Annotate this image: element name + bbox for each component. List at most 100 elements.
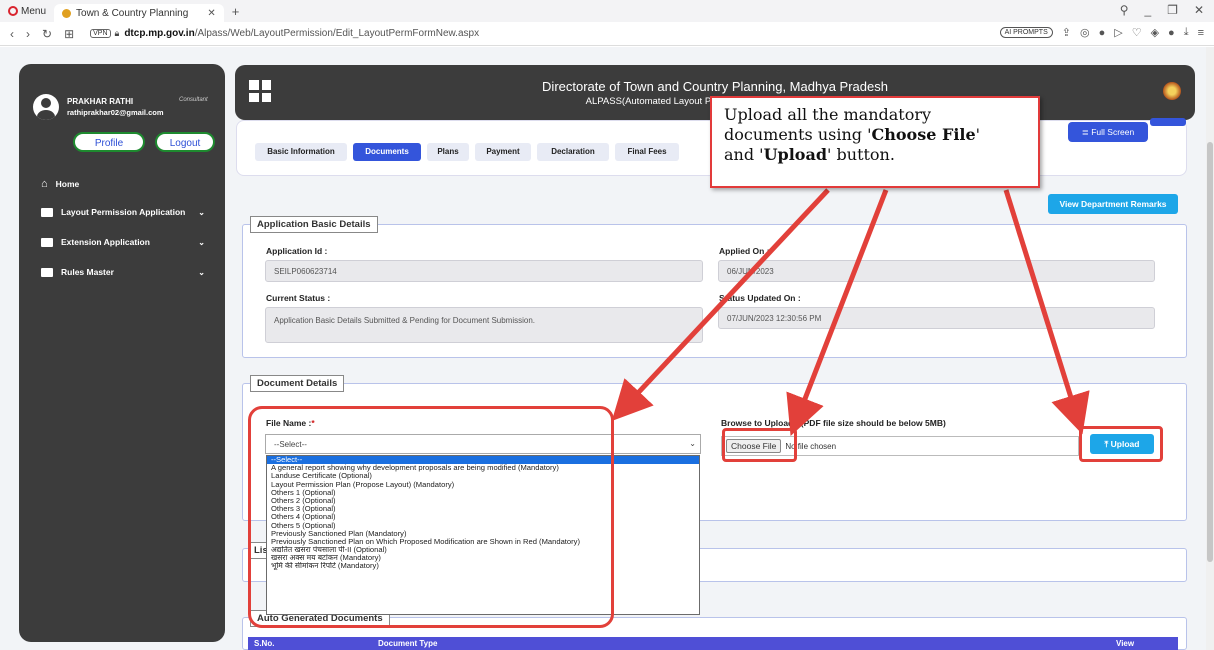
vpn-badge[interactable]: VPN <box>90 29 111 38</box>
profile-button[interactable]: Profile <box>73 132 145 152</box>
browser-tab-title: Town & Country Planning <box>76 7 189 19</box>
user-name: PRAKHAR RATHI <box>67 97 134 106</box>
callout-choose-file: Choose File <box>871 125 976 144</box>
page-title: Directorate of Town and Country Planning… <box>542 79 888 94</box>
sidebar-item-label: Layout Permission Application <box>61 207 186 217</box>
url-host[interactable]: dtcp.mp.gov.in <box>124 28 194 39</box>
share-icon[interactable]: ⇪ <box>1062 26 1071 39</box>
folder-icon <box>41 237 53 247</box>
current-status-label: Current Status : <box>266 293 331 303</box>
callout-line-1: Upload all the mandatory <box>724 105 932 124</box>
close-tab-icon[interactable]: ✕ <box>207 8 215 19</box>
tab-plans[interactable]: Plans <box>427 143 469 161</box>
home-icon: ⌂ <box>41 178 48 190</box>
sidebar-item-rules-master[interactable]: Rules Master ⌄ <box>41 267 211 277</box>
tab-declaration[interactable]: Declaration <box>537 143 609 161</box>
avatar <box>33 94 59 120</box>
fullscreen-tab-edge <box>1150 118 1186 126</box>
address-bar-actions: AI PROMPTS ⇪ ◎ ● ▷ ♡ ◈ ● ⤓ ≡ <box>999 26 1204 39</box>
callout-line-2-pre: documents using ' <box>724 125 872 144</box>
view-department-remarks-button[interactable]: View Department Remarks <box>1048 194 1178 214</box>
browser-tab[interactable]: Town & Country Planning ✕ <box>54 4 224 22</box>
table-header-view: View <box>1116 639 1135 648</box>
profile-icon[interactable]: ● <box>1168 27 1175 39</box>
chevron-down-icon: ⌄ <box>198 267 205 277</box>
tab-final-fees[interactable]: Final Fees <box>615 143 679 161</box>
heart-icon[interactable]: ♡ <box>1132 26 1142 39</box>
page-scrollbar[interactable] <box>1206 47 1214 650</box>
url-path[interactable]: /Alpass/Web/LayoutPermission/Edit_Layout… <box>195 28 479 39</box>
chevron-down-icon: ⌄ <box>198 207 205 217</box>
send-icon[interactable]: ▷ <box>1114 26 1122 39</box>
callout-upload: Upload <box>763 145 828 164</box>
scrollbar-thumb[interactable] <box>1207 142 1213 562</box>
opera-logo-icon <box>8 6 18 16</box>
minimize-icon[interactable]: _ <box>1144 3 1151 17</box>
applied-on-label: Applied On : <box>719 246 770 256</box>
applied-on-field: 06/JUN/2023 <box>718 260 1155 282</box>
forward-icon[interactable]: › <box>26 27 30 41</box>
browser-menu-label: Menu <box>21 5 47 17</box>
new-tab-icon[interactable]: + <box>232 4 240 19</box>
chevron-down-icon: ⌄ <box>689 439 696 448</box>
folder-icon <box>41 267 53 277</box>
callout-line-3: and 'Upload' button. <box>724 145 1026 165</box>
tabs-grid-icon[interactable]: ⊞ <box>64 27 74 41</box>
chevron-down-icon: ⌄ <box>198 237 205 247</box>
browse-to-upload-label: Browse to Upload : (PDF file size should… <box>721 418 946 428</box>
status-updated-field: 07/JUN/2023 12:30:56 PM <box>718 307 1155 329</box>
current-status-field: Application Basic Details Submitted & Pe… <box>265 307 703 343</box>
upload-highlight <box>1079 426 1163 462</box>
tab-documents[interactable]: Documents <box>353 143 421 161</box>
callout-line-3-pre: and ' <box>724 145 764 164</box>
tab-basic-information[interactable]: Basic Information <box>255 143 347 161</box>
choose-file-highlight <box>722 428 797 462</box>
sidebar-item-home[interactable]: ⌂ Home <box>41 178 211 190</box>
file-name-highlight <box>248 406 614 628</box>
search-icon[interactable]: ⚲ <box>1120 3 1129 17</box>
user-role: Consultant <box>179 97 208 103</box>
status-updated-label: Status Updated On : <box>719 293 801 303</box>
application-id-field: SEILP060623714 <box>265 260 703 282</box>
table-header-document-type: Document Type <box>378 639 438 648</box>
browser-tab-bar: Menu Town & Country Planning ✕ + ⚲ _ ❐ ✕ <box>0 0 1214 22</box>
emblem-logo <box>1163 82 1181 100</box>
browser-menu-button[interactable]: Menu <box>0 6 54 17</box>
logout-button[interactable]: Logout <box>155 132 215 152</box>
reload-icon[interactable]: ↻ <box>42 27 52 41</box>
camera-icon[interactable]: ◎ <box>1080 26 1090 39</box>
table-header-sno: S.No. <box>254 639 275 648</box>
callout-line-3-post: ' button. <box>827 145 895 164</box>
documents-table-header: S.No. Document Type View <box>248 637 1178 650</box>
sidebar-item-layout-permission[interactable]: Layout Permission Application ⌄ <box>41 207 211 217</box>
user-email: rathiprakhar02@gmail.com <box>67 108 164 117</box>
close-window-icon[interactable]: ✕ <box>1194 3 1204 17</box>
easy-setup-icon[interactable]: ≡ <box>1198 27 1204 39</box>
callout-line-2-post: ' <box>975 125 981 144</box>
tab-payment[interactable]: Payment <box>475 143 531 161</box>
download-icon[interactable]: ⤓ <box>1184 26 1189 39</box>
folder-icon <box>41 207 53 217</box>
lock-icon[interactable]: 🔒︎ <box>115 28 120 39</box>
back-icon[interactable]: ‹ <box>10 27 14 41</box>
application-id-label: Application Id : <box>266 246 328 256</box>
window-controls: ⚲ _ ❐ ✕ <box>1120 3 1204 17</box>
sidebar-item-label: Extension Application <box>61 237 150 247</box>
favicon-icon <box>62 8 72 18</box>
sidebar-item-extension[interactable]: Extension Application ⌄ <box>41 237 211 247</box>
sidebar: PRAKHAR RATHI rathiprakhar02@gmail.com C… <box>19 64 225 642</box>
shield-icon[interactable]: ● <box>1099 27 1106 39</box>
nav-buttons: ‹ › ↻ ⊞ <box>0 27 84 41</box>
extensions-icon[interactable]: ◈ <box>1151 26 1159 39</box>
section-legend: Application Basic Details <box>250 216 378 233</box>
section-legend: Document Details <box>250 375 345 392</box>
sidebar-item-label: Home <box>55 179 80 189</box>
sidebar-item-label: Rules Master <box>61 267 114 277</box>
ai-prompts-button[interactable]: AI PROMPTS <box>999 27 1053 38</box>
full-screen-button[interactable]: ≣ Full Screen <box>1068 122 1148 142</box>
user-info: PRAKHAR RATHI rathiprakhar02@gmail.com <box>33 94 164 120</box>
restore-icon[interactable]: ❐ <box>1167 3 1178 17</box>
instruction-callout: Upload all the mandatory documents using… <box>710 96 1040 188</box>
callout-line-2: documents using 'Choose File' <box>724 125 1026 145</box>
address-bar: ‹ › ↻ ⊞ VPN 🔒︎ dtcp.mp.gov.in /Alpass/We… <box>0 22 1214 46</box>
